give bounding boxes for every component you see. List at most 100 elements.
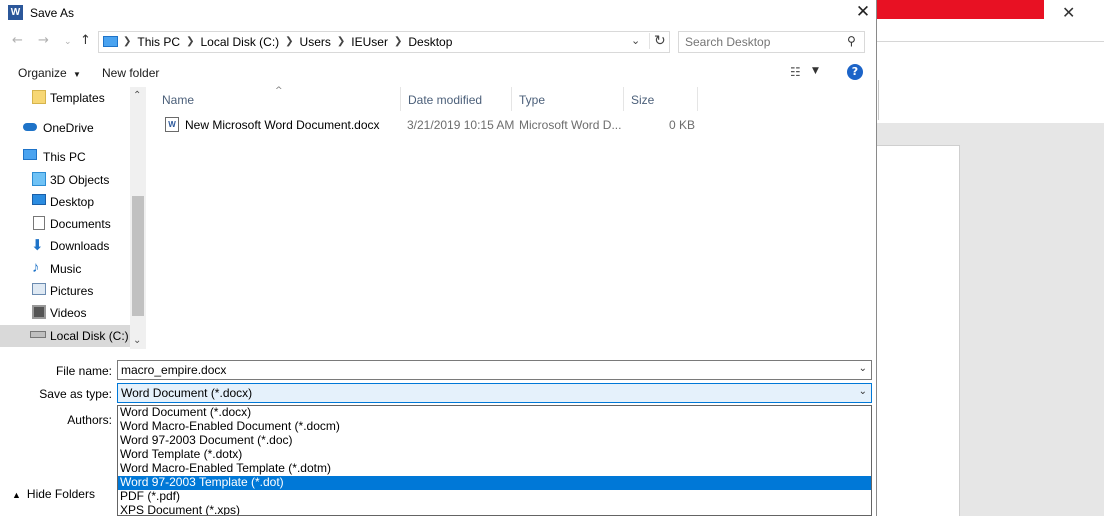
save-as-type-value: Word Document (*.docx) <box>121 386 253 400</box>
help-icon[interactable]: ? <box>847 64 863 80</box>
breadcrumb-desktop[interactable]: Desktop <box>402 35 458 49</box>
dropdown-option-dotm[interactable]: Word Macro-Enabled Template (*.dotm) <box>118 462 871 476</box>
dropdown-option-xps[interactable]: XPS Document (*.xps) <box>118 504 871 516</box>
sidebar-item-label: Local Disk (C:) <box>50 329 129 343</box>
column-header-size[interactable]: Size <box>624 87 698 111</box>
chevron-down-icon[interactable]: ⌄ <box>631 34 640 47</box>
view-options-icon[interactable]: ☷ <box>790 65 801 79</box>
sidebar-item-this-pc[interactable]: This PC <box>0 146 130 168</box>
pictures-icon <box>32 283 46 295</box>
sidebar-item-onedrive[interactable]: OneDrive <box>0 117 130 139</box>
sidebar-item-pictures[interactable]: Pictures <box>0 280 130 302</box>
navigation-scrollbar-thumb[interactable] <box>132 196 144 316</box>
column-header-date-modified[interactable]: Date modified <box>401 87 512 111</box>
save-as-type-label: Save as type: <box>39 387 112 401</box>
save-as-type-dropdown-list: Word Document (*.docx) Word Macro-Enable… <box>117 405 872 516</box>
desktop-icon <box>32 194 46 205</box>
chevron-right-icon[interactable]: ❯ <box>186 35 194 49</box>
file-type-cell: Microsoft Word D... <box>519 118 622 132</box>
chevron-down-icon: ▼ <box>73 70 81 79</box>
table-row[interactable]: W New Microsoft Word Document.docx 3/21/… <box>155 115 700 135</box>
sidebar-item-label: Pictures <box>50 284 94 298</box>
sidebar-item-documents[interactable]: Documents <box>0 213 130 235</box>
chevron-right-icon[interactable]: ❯ <box>285 35 293 49</box>
column-header-label: Type <box>519 93 546 107</box>
back-arrow-icon[interactable]: ← <box>12 33 23 48</box>
dropdown-option-docm[interactable]: Word Macro-Enabled Document (*.docm) <box>118 420 871 434</box>
column-header-label: Name <box>162 93 195 107</box>
up-arrow-icon[interactable]: ↑ <box>80 33 91 48</box>
column-header-label: Date modified <box>408 93 483 107</box>
dropdown-option-docx[interactable]: Word Document (*.docx) <box>118 406 871 420</box>
word-app-icon: W <box>8 5 23 20</box>
sidebar-item-desktop[interactable]: Desktop <box>0 191 130 213</box>
3d-objects-icon <box>32 172 46 186</box>
downloads-icon: ⬇ <box>31 237 44 254</box>
breadcrumb-local-disk[interactable]: Local Disk (C:) <box>194 35 285 49</box>
chevron-right-icon[interactable]: ❯ <box>337 35 345 49</box>
save-as-type-select[interactable]: Word Document (*.docx) ⌄ <box>117 383 872 403</box>
scroll-down-chevron-icon[interactable]: ⌄ <box>133 335 141 346</box>
sidebar-item-label: OneDrive <box>43 121 94 135</box>
address-bar[interactable]: ❯ This PC ❯ Local Disk (C:) ❯ Users ❯ IE… <box>98 31 670 53</box>
background-close-icon[interactable]: ✕ <box>1062 3 1075 22</box>
search-box[interactable]: ⚲ <box>678 31 865 53</box>
background-document-page <box>876 145 960 516</box>
search-input[interactable] <box>685 35 845 49</box>
sidebar-item-label: Videos <box>50 306 87 320</box>
dialog-title: Save As <box>30 6 75 20</box>
close-icon[interactable]: ✕ <box>851 2 875 22</box>
documents-icon <box>33 216 45 230</box>
organize-label: Organize <box>18 66 67 80</box>
scroll-up-chevron-icon[interactable]: ⌃ <box>133 90 141 101</box>
sidebar-item-label: This PC <box>43 150 86 164</box>
sidebar-item-videos[interactable]: Videos <box>0 302 130 324</box>
refresh-icon[interactable]: ↻ <box>649 33 666 49</box>
sidebar-item-3d-objects[interactable]: 3D Objects <box>0 169 130 191</box>
dropdown-option-dotx[interactable]: Word Template (*.dotx) <box>118 448 871 462</box>
sidebar-item-local-disk[interactable]: Local Disk (C:) <box>0 325 130 347</box>
music-icon: ♪ <box>32 259 40 276</box>
dropdown-option-dot[interactable]: Word 97-2003 Template (*.dot) <box>118 476 871 490</box>
this-pc-icon <box>23 149 37 160</box>
breadcrumb: ❯ This PC ❯ Local Disk (C:) ❯ Users ❯ IE… <box>123 35 458 49</box>
breadcrumb-users[interactable]: Users <box>294 35 337 49</box>
sort-ascending-icon: ^ <box>275 86 283 96</box>
search-icon[interactable]: ⚲ <box>847 34 856 48</box>
this-pc-icon <box>103 36 118 47</box>
navigation-pane: Templates OneDrive This PC 3D Objects De… <box>0 87 146 349</box>
sidebar-item-label: Music <box>50 262 82 276</box>
column-header-type[interactable]: Type <box>512 87 624 111</box>
sidebar-item-label: Templates <box>50 91 105 105</box>
videos-icon <box>32 305 46 319</box>
dialog-titlebar: W Save As ✕ <box>0 0 876 26</box>
sidebar-item-label: Downloads <box>50 239 110 253</box>
folder-icon <box>32 90 46 104</box>
drive-icon <box>30 331 46 338</box>
dropdown-option-pdf[interactable]: PDF (*.pdf) <box>118 490 871 504</box>
authors-label: Authors: <box>67 413 112 427</box>
chevron-right-icon[interactable]: ❯ <box>394 35 402 49</box>
sidebar-item-label: 3D Objects <box>50 173 110 187</box>
breadcrumb-ieuser[interactable]: IEUser <box>345 35 394 49</box>
background-ribbon-divider <box>876 41 1104 42</box>
dropdown-option-doc[interactable]: Word 97-2003 Document (*.doc) <box>118 434 871 448</box>
chevron-right-icon[interactable]: ❯ <box>123 35 131 49</box>
sidebar-item-music[interactable]: ♪ Music <box>0 258 130 280</box>
sidebar-item-downloads[interactable]: ⬇ Downloads <box>0 235 130 257</box>
chevron-down-icon[interactable]: ⌄ <box>859 363 867 374</box>
file-name-field[interactable]: macro_empire.docx ⌄ <box>117 360 872 380</box>
onedrive-icon <box>23 123 37 131</box>
file-name-value[interactable]: macro_empire.docx <box>121 363 226 377</box>
chevron-down-icon[interactable]: ▼ <box>812 66 819 76</box>
breadcrumb-this-pc[interactable]: This PC <box>131 35 186 49</box>
column-header-label: Size <box>631 93 655 107</box>
recent-locations-chevron-icon[interactable]: ⌄ <box>64 37 72 47</box>
organize-button[interactable]: Organize ▼ <box>18 66 81 80</box>
sidebar-item-templates[interactable]: Templates <box>0 87 130 109</box>
new-folder-button[interactable]: New folder <box>102 66 159 80</box>
hide-folders-button[interactable]: ▲ Hide Folders <box>12 487 95 501</box>
chevron-down-icon[interactable]: ⌄ <box>859 386 867 397</box>
forward-arrow-icon[interactable]: → <box>38 33 49 48</box>
sidebar-item-label: Desktop <box>50 195 95 209</box>
